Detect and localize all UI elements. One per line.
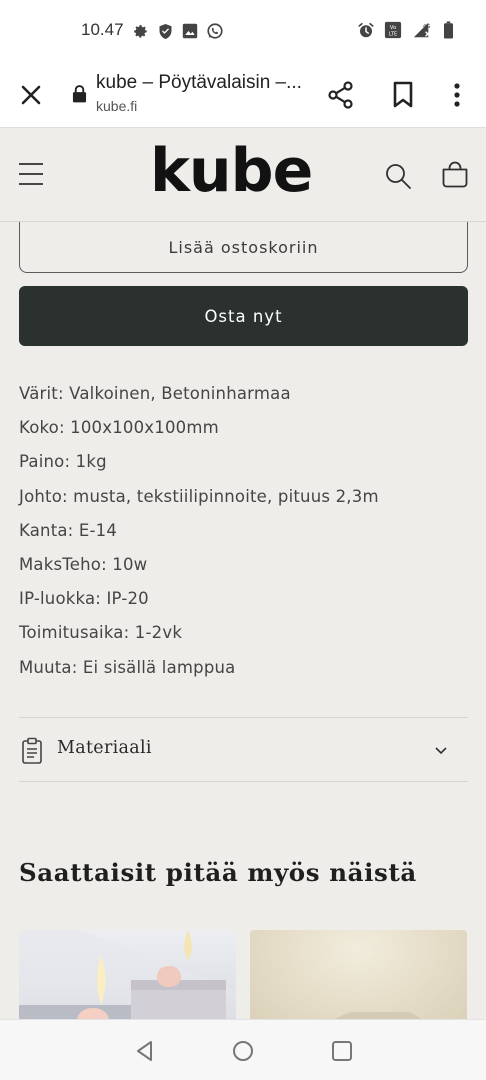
divider	[19, 781, 468, 782]
product-card-image[interactable]	[250, 930, 467, 1030]
image-icon	[181, 22, 199, 40]
volte-icon: Vo LTE	[384, 21, 402, 39]
add-to-cart-button[interactable]: Lisää ostoskoriin	[19, 222, 468, 273]
svg-text:4G: 4G	[423, 24, 431, 30]
clipboard-icon	[21, 737, 43, 765]
cart-icon[interactable]	[440, 160, 470, 190]
page-url[interactable]: kube.fi	[96, 98, 137, 114]
spec-line: Toimitusaika: 1-2vk	[19, 623, 183, 643]
spec-line: MaksTeho: 10w	[19, 554, 148, 574]
product-card-image[interactable]	[19, 930, 236, 1030]
battery-icon	[442, 21, 454, 39]
signal-4g-icon: 4G	[411, 21, 433, 39]
spec-line: IP-luokka: IP-20	[19, 589, 149, 609]
recents-icon[interactable]	[329, 1038, 355, 1064]
site-header: kube	[0, 129, 486, 222]
gear-icon	[131, 22, 149, 40]
browser-toolbar: kube – Pöytävalaisin –... kube.fi	[0, 62, 486, 128]
spec-line: Paino: 1kg	[19, 452, 107, 472]
spec-line: Koko: 100x100x100mm	[19, 418, 219, 438]
svg-text:LTE: LTE	[389, 31, 397, 37]
menu-icon[interactable]	[17, 162, 45, 186]
lock-icon	[70, 82, 88, 104]
spec-line: Johto: musta, tekstiilipinnoite, pituus …	[19, 486, 379, 506]
search-icon[interactable]	[383, 161, 413, 191]
alarm-icon	[357, 21, 375, 39]
status-bar: 10.47 Vo LTE 4G	[0, 0, 486, 62]
spec-line: Muuta: Ei sisällä lamppua	[19, 657, 236, 677]
bookmark-icon[interactable]	[388, 80, 418, 110]
status-time: 10.47	[81, 20, 124, 39]
shield-icon	[156, 22, 174, 40]
share-icon[interactable]	[326, 80, 356, 110]
home-icon[interactable]	[230, 1038, 256, 1064]
chevron-down-icon[interactable]	[433, 743, 449, 757]
spec-line: Kanta: E-14	[19, 520, 118, 540]
page-title[interactable]: kube – Pöytävalaisin –...	[96, 72, 306, 94]
whatsapp-icon	[206, 22, 224, 40]
site-logo[interactable]: kube	[150, 141, 313, 201]
back-icon[interactable]	[132, 1038, 158, 1064]
product-specs: Värit: Valkoinen, Betoninharmaa Koko: 10…	[19, 381, 469, 689]
buy-now-button[interactable]: Osta nyt	[19, 286, 468, 346]
android-nav-bar	[0, 1019, 486, 1080]
accordion-materials-label[interactable]: Materiaali	[57, 738, 152, 758]
spec-line: Värit: Valkoinen, Betoninharmaa	[19, 384, 291, 403]
more-options-icon[interactable]	[444, 80, 468, 110]
divider	[19, 717, 468, 718]
close-icon[interactable]	[16, 80, 46, 110]
recommendations-title: Saattaisit pitää myös näistä	[19, 858, 417, 887]
svg-text:Vo: Vo	[390, 25, 397, 31]
